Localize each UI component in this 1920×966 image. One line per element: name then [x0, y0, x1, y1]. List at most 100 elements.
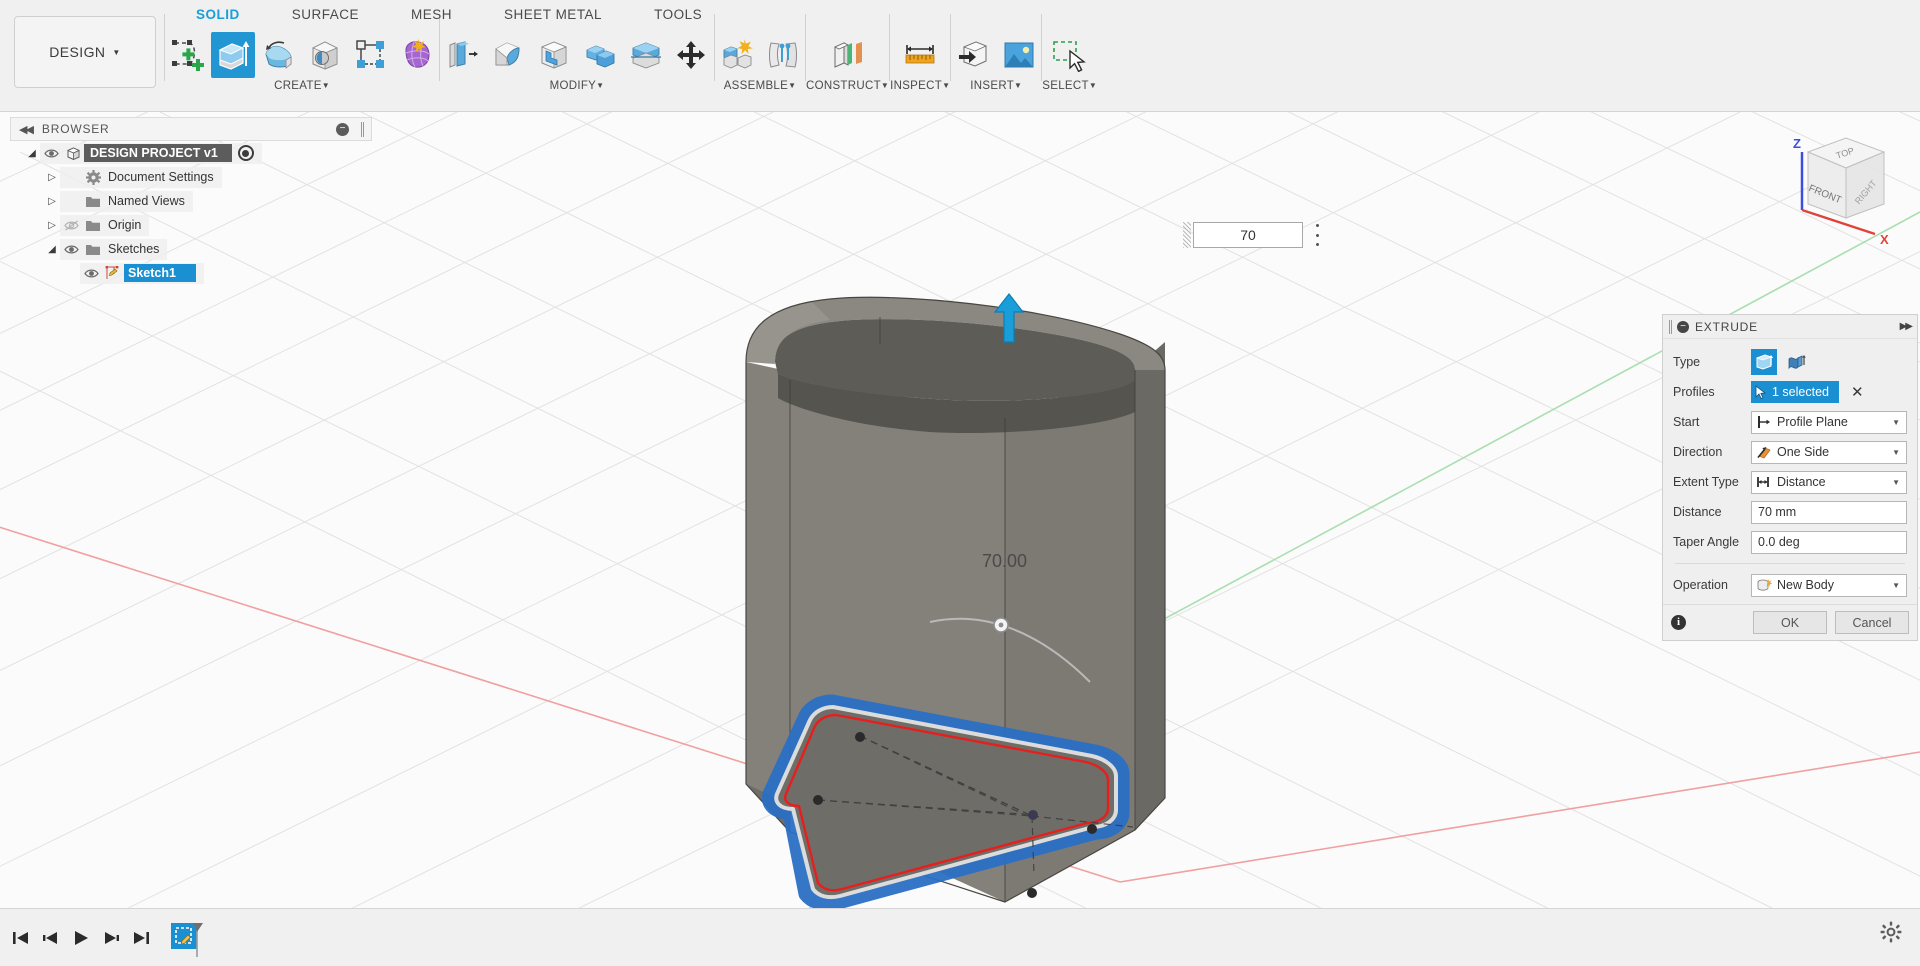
chevron-down-icon[interactable]: ▼ — [1892, 478, 1900, 487]
step-back-button[interactable] — [36, 921, 66, 955]
shell-icon[interactable] — [532, 32, 576, 78]
dimension-input[interactable]: 70 — [1193, 222, 1303, 248]
create-form-icon[interactable] — [395, 32, 439, 78]
eye-visible-icon[interactable] — [80, 268, 102, 279]
ribbon-group-label-select[interactable]: SELECT▼ — [1042, 80, 1097, 92]
create-sketch-icon[interactable] — [165, 32, 209, 78]
revolve-icon[interactable] — [257, 32, 301, 78]
type-label: Type — [1673, 355, 1701, 369]
tree-expander[interactable]: ◢ — [24, 148, 40, 159]
chevron-down-icon[interactable]: ▼ — [1892, 581, 1900, 590]
operation-dropdown[interactable]: New Body ▼ — [1751, 573, 1907, 597]
chevron-down-icon[interactable]: ▼ — [1892, 418, 1900, 427]
direction-dropdown[interactable]: One Side ▼ — [1751, 440, 1907, 464]
browser-title: BROWSER — [41, 122, 110, 136]
play-button[interactable] — [66, 921, 96, 955]
dimension-options-icon[interactable] — [1310, 224, 1324, 246]
browser-tree[interactable]: ◢ DESIGN PROJECT v1 ▷ Document Settings ▷ … — [10, 141, 372, 285]
distance-input[interactable]: 70 mm — [1751, 500, 1907, 524]
hole-icon[interactable] — [303, 32, 347, 78]
ribbon-group-label-modify[interactable]: MODIFY▼ — [550, 80, 605, 92]
tree-expander[interactable]: ◢ — [44, 244, 60, 255]
eye-visible-icon[interactable] — [40, 148, 62, 159]
browser-panel-header[interactable]: ◀◀ BROWSER − — [10, 117, 372, 141]
chevron-down-icon[interactable]: ▼ — [1892, 448, 1900, 457]
ribbon-group-label-assemble[interactable]: ASSEMBLE▼ — [724, 80, 797, 92]
profiles-selection-chip[interactable]: 1 selected — [1751, 381, 1839, 403]
tree-expander[interactable]: ▷ — [44, 196, 60, 207]
eye-hidden-icon[interactable] — [60, 219, 82, 231]
insert-derive-icon[interactable] — [951, 32, 995, 78]
chevron-down-icon: ▼ — [1088, 81, 1098, 90]
activate-component-radio[interactable] — [237, 145, 254, 161]
extrude-minimize-icon[interactable]: − — [1677, 320, 1689, 333]
timeline-bar[interactable] — [0, 908, 1920, 966]
taper-angle-label: Taper Angle — [1673, 535, 1740, 549]
measure-icon[interactable] — [898, 32, 942, 78]
tree-item-document-settings[interactable]: ▷ Document Settings — [10, 165, 372, 189]
ribbon-group-label-insert[interactable]: INSERT▼ — [970, 80, 1022, 92]
3d-viewport[interactable]: 70.00 70 TOP FRONT RIGHT Z X ◀◀ BROWSER … — [0, 112, 1920, 966]
tab-surface[interactable]: SURFACE — [266, 7, 385, 29]
tree-item-sketch1[interactable]: Sketch1 — [10, 261, 372, 285]
ribbon-group-label-create[interactable]: CREATE▼ — [274, 80, 330, 92]
tree-item-sketches[interactable]: ◢ Sketches — [10, 237, 372, 261]
fillet-icon[interactable] — [486, 32, 530, 78]
extrude-dialog[interactable]: − EXTRUDE ▶▶ Type Profiles 1 selected ✕ … — [1662, 314, 1918, 641]
extrude-type-row: Type — [1673, 347, 1907, 377]
viewcube[interactable]: TOP FRONT RIGHT Z X — [1760, 122, 1900, 252]
extrude-expand-icon[interactable]: ▶▶ — [1900, 321, 1913, 332]
tree-expander[interactable]: ▷ — [44, 220, 60, 231]
cancel-button[interactable]: Cancel — [1835, 611, 1909, 634]
ribbon-group-label-inspect[interactable]: INSPECT▼ — [890, 80, 950, 92]
move-copy-icon[interactable] — [670, 32, 714, 78]
browser-collapse-icon[interactable]: ◀◀ — [19, 123, 34, 136]
settings-gear-icon[interactable] — [1880, 921, 1902, 948]
split-face-icon[interactable] — [624, 32, 668, 78]
taper-angle-input[interactable]: 0.0 deg — [1751, 530, 1907, 554]
tree-item-design-project-v1[interactable]: ◢ DESIGN PROJECT v1 — [10, 141, 372, 165]
folder-icon — [82, 243, 104, 256]
joint-icon[interactable] — [761, 32, 805, 78]
browser-minimize-icon[interactable]: − — [336, 122, 349, 136]
clear-profiles-icon[interactable]: ✕ — [1851, 383, 1864, 401]
tree-expander[interactable]: ▷ — [44, 172, 60, 183]
info-icon[interactable]: i — [1671, 615, 1686, 630]
extrude-dialog-header[interactable]: − EXTRUDE ▶▶ — [1663, 315, 1917, 339]
tab-solid[interactable]: SOLID — [170, 7, 266, 29]
operation-value: New Body — [1777, 578, 1834, 592]
ok-button[interactable]: OK — [1753, 611, 1827, 634]
extrude-dialog-title: EXTRUDE — [1695, 319, 1758, 334]
ribbon-group-label-construct[interactable]: CONSTRUCT▼ — [806, 80, 889, 92]
extent-type-dropdown[interactable]: Distance ▼ — [1751, 470, 1907, 494]
step-forward-button[interactable] — [96, 921, 126, 955]
timeline-feature-sketch1[interactable] — [170, 921, 204, 957]
tree-item-origin[interactable]: ▷ Origin — [10, 213, 372, 237]
ribbon-group-select: SELECT▼ — [1042, 0, 1097, 111]
dimension-box-grip[interactable] — [1183, 222, 1191, 248]
start-dropdown[interactable]: Profile Plane ▼ — [1751, 410, 1907, 434]
eye-visible-icon[interactable] — [60, 244, 82, 255]
go-to-beginning-button[interactable] — [6, 921, 36, 955]
tab-tools[interactable]: TOOLS — [628, 7, 728, 29]
surface-extrude-icon[interactable] — [1783, 349, 1809, 375]
select-window-icon[interactable] — [1048, 32, 1092, 78]
offset-plane-icon[interactable] — [826, 32, 870, 78]
combine-icon[interactable] — [578, 32, 622, 78]
tree-item-named-views[interactable]: ▷ Named Views — [10, 189, 372, 213]
browser-resize-grip[interactable] — [361, 122, 364, 137]
canvas-image-icon[interactable] — [997, 32, 1041, 78]
design-workspace-button[interactable]: DESIGN ▼ — [14, 16, 156, 88]
workspace-tabs[interactable]: SOLID SURFACE MESH SHEET METAL TOOLS — [170, 7, 728, 29]
model-dimension-label: 70.00 — [982, 551, 1027, 571]
tab-mesh[interactable]: MESH — [385, 7, 478, 29]
press-pull-icon[interactable] — [440, 32, 484, 78]
timeline-playback-controls[interactable] — [6, 921, 156, 955]
extrude-icon[interactable] — [211, 32, 255, 78]
extrude-drag-grip[interactable] — [1669, 319, 1672, 334]
tab-sheet-metal[interactable]: SHEET METAL — [478, 7, 628, 29]
rectangular-pattern-icon[interactable] — [349, 32, 393, 78]
profile-extrude-icon[interactable] — [1751, 349, 1777, 375]
new-component-icon[interactable] — [715, 32, 759, 78]
go-to-end-button[interactable] — [126, 921, 156, 955]
